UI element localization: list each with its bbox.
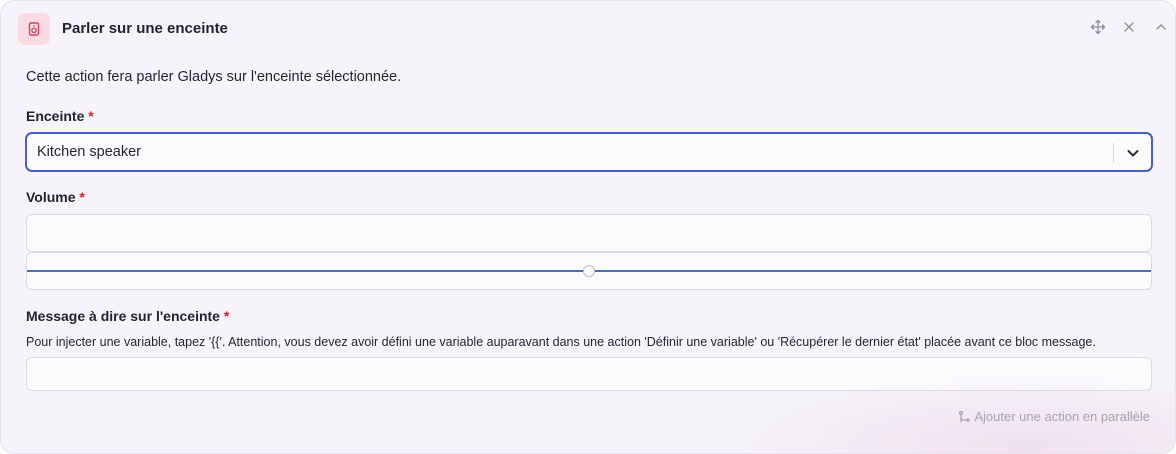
volume-label: Volume * xyxy=(26,189,85,205)
branch-icon xyxy=(959,410,971,423)
message-hint: Pour injecter une variable, tapez '{{'. … xyxy=(26,335,1096,349)
volume-slider[interactable] xyxy=(26,252,1152,290)
message-label: Message à dire sur l'enceinte * xyxy=(26,308,229,324)
select-separator xyxy=(1113,143,1114,163)
volume-input[interactable] xyxy=(26,214,1152,252)
chevron-down-icon[interactable] xyxy=(1124,144,1142,162)
speaker-label: Enceinte * xyxy=(26,108,94,124)
speaker-label-text: Enceinte xyxy=(26,108,85,124)
message-input[interactable] xyxy=(26,357,1152,391)
speaker-icon-box xyxy=(18,13,50,45)
volume-slider-thumb[interactable] xyxy=(583,265,595,277)
add-parallel-action-label: Ajouter une action en parallèle xyxy=(974,409,1150,424)
add-parallel-action-link[interactable]: Ajouter une action en parallèle xyxy=(958,409,1150,424)
action-card: Parler sur une enceinte Cette action fer xyxy=(0,0,1176,454)
move-icon xyxy=(1090,19,1106,35)
speaker-icon xyxy=(28,22,40,36)
move-handle[interactable] xyxy=(1089,18,1107,36)
speaker-select[interactable]: Kitchen speaker xyxy=(26,133,1152,171)
action-description: Cette action fera parler Gladys sur l'en… xyxy=(26,69,402,85)
chevron-up-icon xyxy=(1156,24,1166,30)
collapse-button[interactable] xyxy=(1152,18,1170,36)
card-title: Parler sur une enceinte xyxy=(62,20,228,37)
card-header: Parler sur une enceinte xyxy=(1,1,1175,57)
close-button[interactable] xyxy=(1120,18,1138,36)
required-mark: * xyxy=(88,108,94,124)
message-label-text: Message à dire sur l'enceinte xyxy=(26,308,220,324)
speaker-select-value: Kitchen speaker xyxy=(37,144,141,160)
volume-label-text: Volume xyxy=(26,189,76,205)
required-mark: * xyxy=(79,189,85,205)
close-icon xyxy=(1124,22,1134,32)
required-mark: * xyxy=(223,308,230,324)
